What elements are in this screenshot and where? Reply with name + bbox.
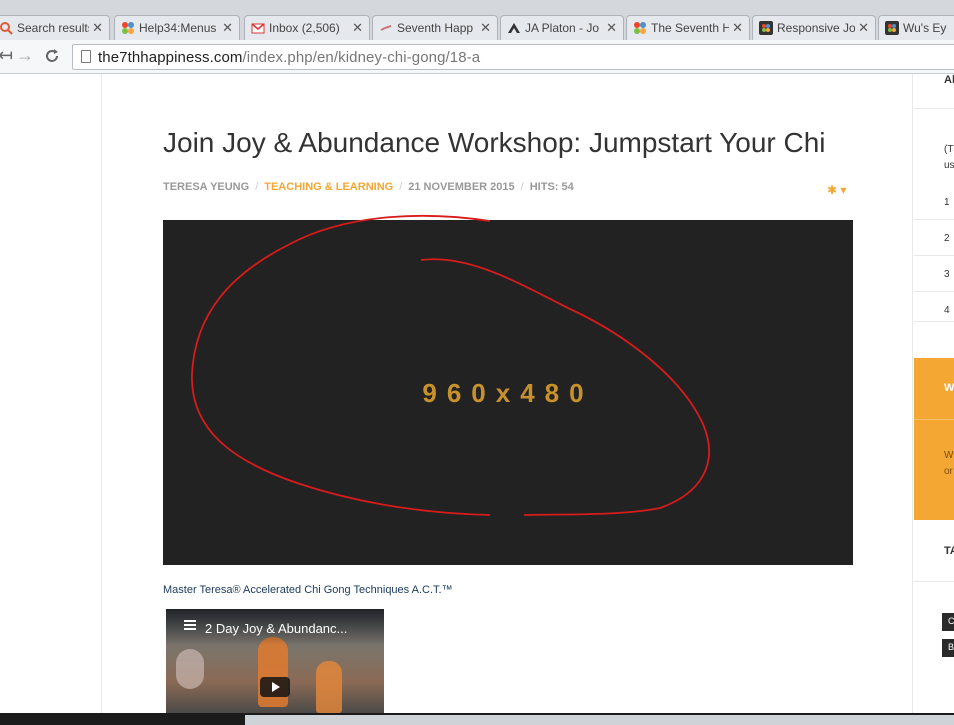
tab-title: JA Platon - Jo	[525, 21, 600, 35]
sidebar-tag[interactable]: B	[942, 639, 954, 657]
tab-title: Inbox (2,506)	[269, 21, 340, 35]
browser-tab-bar: Search results ✕ Help34:Menus ✕ Inbox (2…	[0, 0, 954, 40]
sidebar-intro: us	[944, 160, 954, 171]
sidebar-tags-heading: TA	[944, 545, 954, 557]
sidebar-tag[interactable]: C	[942, 613, 954, 631]
close-tab-icon[interactable]: ✕	[222, 16, 233, 40]
sidebar-list-number[interactable]: 2	[944, 233, 950, 244]
os-taskbar-strip	[0, 713, 954, 725]
video-thumbnail-person	[176, 649, 204, 689]
browser-tab[interactable]: JA Platon - Jo ✕	[500, 15, 624, 40]
joomla-favicon-icon	[634, 22, 646, 34]
browser-tab[interactable]: The Seventh H ✕	[626, 15, 750, 40]
sidebar-tag-label: B	[948, 642, 954, 652]
sidebar-highlight-text: or	[944, 466, 953, 477]
youtube-video-embed[interactable]: 2 Day Joy & Abundanc...	[166, 609, 384, 713]
url-text[interactable]: the7thhappiness.com/index.php/en/kidney-…	[98, 49, 480, 66]
sidebar-highlight-divider	[914, 419, 954, 420]
tab-title: Search results	[17, 21, 89, 35]
joomla-dark-favicon-icon	[885, 21, 899, 35]
sidebar-divider	[914, 321, 954, 322]
sidebar-heading: Al	[944, 74, 954, 86]
play-button-icon[interactable]	[260, 677, 290, 697]
browser-toolbar: ↤ → the7thhappiness.com/index.php/en/kid…	[0, 40, 954, 74]
red-annotation-circle	[191, 214, 710, 516]
video-thumbnail-person	[316, 661, 342, 713]
close-tab-icon[interactable]: ✕	[352, 16, 363, 40]
playlist-menu-icon[interactable]	[184, 620, 196, 630]
browser-tab[interactable]: Inbox (2,506) ✕	[244, 15, 370, 40]
sidebar-divider	[914, 219, 954, 220]
address-bar[interactable]: the7thhappiness.com/index.php/en/kidney-…	[72, 44, 954, 70]
article-caption: Master Teresa® Accelerated Chi Gong Tech…	[163, 584, 453, 596]
link-favicon-icon	[380, 25, 392, 31]
sidebar-highlight-box: W W or	[914, 358, 954, 520]
video-title[interactable]: 2 Day Joy & Abundanc...	[205, 621, 347, 636]
sidebar-tag-label: C	[948, 616, 954, 626]
sidebar-highlight-text: W	[944, 450, 954, 461]
search-favicon-icon	[0, 22, 13, 35]
sidebar-divider	[914, 581, 954, 582]
sidebar-intro: (T	[944, 144, 954, 155]
sidebar-list-number[interactable]: 3	[944, 269, 950, 280]
sidebar-divider	[914, 291, 954, 292]
tab-title: Seventh Happ	[397, 21, 474, 35]
web-page: Join Joy & Abundance Workshop: Jumpstart…	[0, 74, 954, 725]
forward-arrow-icon[interactable]: →	[16, 45, 34, 66]
sidebar-list-number[interactable]: 1	[944, 197, 950, 208]
browser-tab[interactable]: Responsive Jo ✕	[752, 15, 876, 40]
back-arrow-icon[interactable]: ↤	[0, 45, 13, 66]
close-tab-icon[interactable]: ✕	[606, 16, 617, 40]
joomla-favicon-icon	[122, 22, 134, 34]
tab-title: The Seventh H	[651, 21, 729, 35]
browser-tab[interactable]: Seventh Happ ✕	[372, 15, 498, 40]
close-tab-icon[interactable]: ✕	[480, 16, 491, 40]
tab-title: Help34:Menus	[139, 21, 217, 35]
url-path: /index.php/en/kidney-chi-gong/18-a	[242, 49, 481, 66]
ja-favicon-icon	[508, 23, 520, 33]
reload-icon[interactable]	[44, 48, 60, 64]
taskbar-window-preview	[245, 715, 954, 725]
tab-title: Wu's Eye	[903, 21, 947, 35]
close-tab-icon[interactable]: ✕	[732, 16, 743, 40]
close-tab-icon[interactable]: ✕	[92, 16, 103, 40]
browser-tab[interactable]: Help34:Menus ✕	[114, 15, 240, 40]
page-icon	[81, 50, 91, 63]
url-domain: the7thhappiness.com	[98, 49, 243, 66]
sidebar-divider	[914, 255, 954, 256]
sidebar-divider	[914, 108, 954, 109]
gmail-favicon-icon	[251, 23, 265, 34]
joomla-dark-favicon-icon	[759, 21, 773, 35]
sidebar-highlight-heading: W	[944, 382, 954, 394]
tab-title: Responsive Jo	[777, 21, 855, 35]
close-tab-icon[interactable]: ✕	[858, 16, 869, 40]
browser-tab[interactable]: Wu's Eye	[878, 15, 954, 40]
sidebar-list-number[interactable]: 4	[944, 305, 950, 316]
browser-tab[interactable]: Search results ✕	[0, 15, 110, 40]
